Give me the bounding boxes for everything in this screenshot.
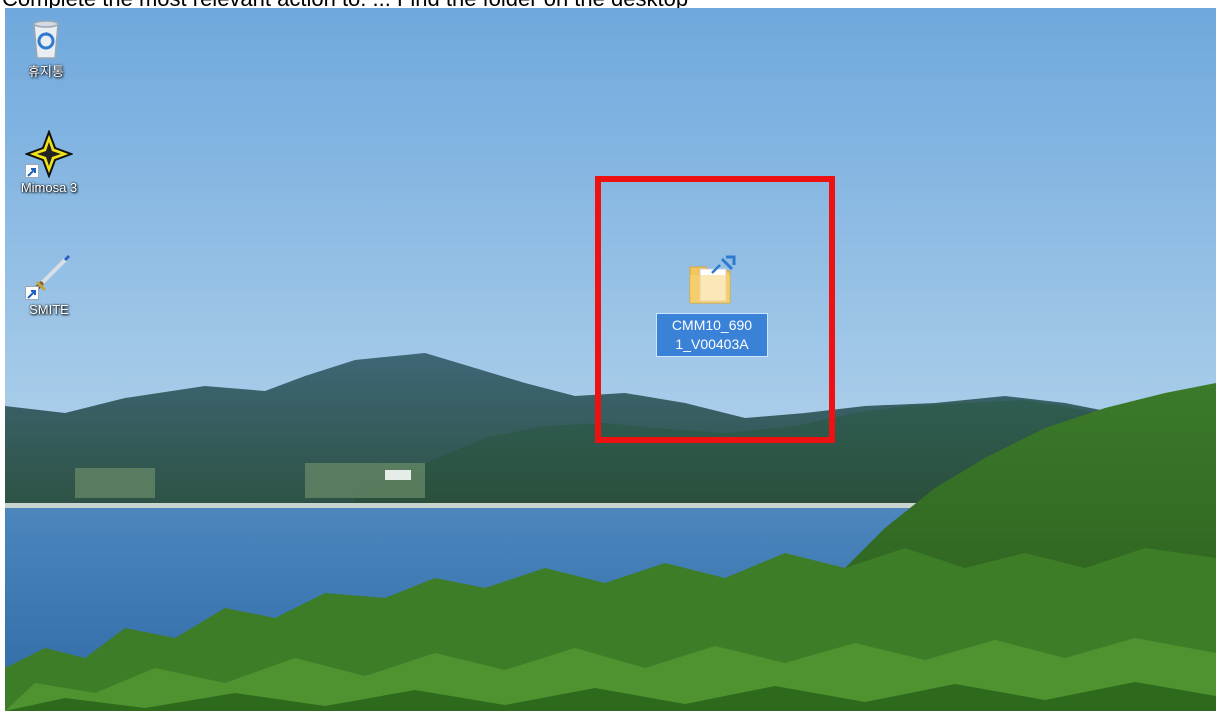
top-caption-strip: Complete the most relevant action to: ..…	[0, 0, 1216, 8]
folder-name-line2: 1_V00403A	[675, 336, 749, 352]
folder-shortcut-icon	[682, 253, 742, 311]
desktop-icon-recycle-bin[interactable]: 휴지통	[8, 14, 84, 80]
desktop-icon-label: 휴지통	[28, 64, 64, 79]
desktop-icon-mimosa-3[interactable]: Mimosa 3	[11, 129, 87, 196]
smite-sword-icon	[25, 252, 73, 300]
desktop[interactable]: 휴지통 Mimosa 3 SMITE CMM10_690 1_V00403A	[5, 8, 1216, 711]
mimosa-compass-icon	[24, 129, 74, 179]
desktop-folder-cmm10[interactable]: CMM10_690 1_V00403A	[654, 253, 770, 357]
desktop-icon-label: SMITE	[29, 302, 69, 317]
recycle-bin-icon	[22, 14, 70, 62]
folder-name-line1: CMM10_690	[671, 317, 753, 333]
desktop-icon-smite[interactable]: SMITE	[11, 252, 87, 318]
desktop-icon-label: Mimosa 3	[20, 180, 78, 195]
caption-text: Complete the most relevant action to: ..…	[2, 0, 688, 8]
shortcut-arrow-icon	[25, 286, 39, 300]
folder-name-selection[interactable]: CMM10_690 1_V00403A	[656, 313, 768, 357]
desktop-wallpaper	[5, 8, 1216, 711]
shortcut-arrow-icon	[25, 164, 39, 178]
